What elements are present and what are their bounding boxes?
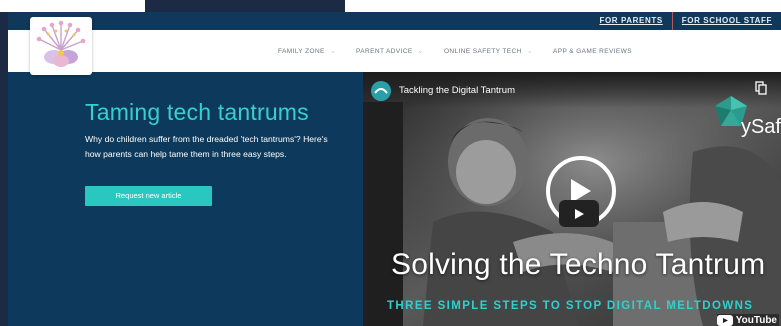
utility-links: FOR PARENTS FOR SCHOOL STAFF [590, 12, 781, 30]
nav-item-parent-advice[interactable]: PARENT ADVICE ⌄ [356, 47, 424, 56]
for-parents-link[interactable]: FOR PARENTS [590, 12, 671, 30]
site-logo[interactable] [30, 17, 92, 75]
nav-item-app-game-reviews[interactable]: APP & GAME REVIEWS [553, 48, 632, 55]
youtube-logo[interactable]: YouTube [716, 314, 779, 326]
youtube-play-icon [575, 208, 584, 219]
youtube-logo-text: YouTube [735, 314, 777, 326]
nav-item-label: FAMILY ZONE [278, 47, 325, 55]
frame-top-mid [145, 0, 345, 12]
chevron-down-icon: ⌄ [417, 48, 424, 55]
video-headline: Solving the Techno Tantrum [391, 248, 766, 281]
nav-menu: FAMILY ZONE ⌄ PARENT ADVICE ⌄ ONLINE SAF… [278, 30, 652, 72]
brand-name-partial: ySaf [740, 116, 781, 138]
hero-title: Taming tech tantrums [85, 99, 309, 125]
hero-description: Why do children suffer from the dreaded … [85, 134, 328, 159]
frame-top-left [0, 0, 145, 12]
nav-item-family-zone[interactable]: FAMILY ZONE ⌄ [278, 47, 337, 56]
for-school-staff-link[interactable]: FOR SCHOOL STAFF [671, 12, 781, 30]
main-navbar: FAMILY ZONE ⌄ PARENT ADVICE ⌄ ONLINE SAF… [8, 30, 781, 72]
chevron-down-icon: ⌄ [329, 48, 337, 55]
copy-link-icon[interactable] [755, 81, 767, 97]
video-title[interactable]: Tackling the Digital Tantrum [399, 85, 515, 96]
chevron-down-icon: ⌄ [526, 48, 533, 55]
frame-left [0, 12, 8, 326]
nav-item-label: PARENT ADVICE [356, 47, 413, 55]
utility-bar: FOR PARENTS FOR SCHOOL STAFF [8, 12, 781, 30]
nav-item-label: ONLINE SAFETY TECH [443, 47, 522, 55]
youtube-play-badge[interactable] [559, 200, 599, 227]
website-viewport: FOR PARENTS FOR SCHOOL STAFF FAMILY ZONE… [8, 12, 781, 326]
nav-item-label: APP & GAME REVIEWS [552, 47, 632, 55]
nav-item-online-safety-tech[interactable]: ONLINE SAFETY TECH ⌄ [443, 47, 533, 56]
youtube-icon [716, 314, 733, 326]
video-player[interactable]: Tackling the Digital Tantrum ySaf Solvin… [363, 72, 781, 326]
frame-top-right [345, 0, 781, 12]
flower-logo-icon [36, 20, 86, 67]
channel-logo-icon [374, 88, 388, 94]
video-subheadline: THREE SIMPLE STEPS TO STOP DIGITAL MELTD… [387, 300, 754, 312]
channel-avatar[interactable] [371, 81, 391, 101]
request-new-article-button[interactable]: Request new article [85, 186, 212, 206]
